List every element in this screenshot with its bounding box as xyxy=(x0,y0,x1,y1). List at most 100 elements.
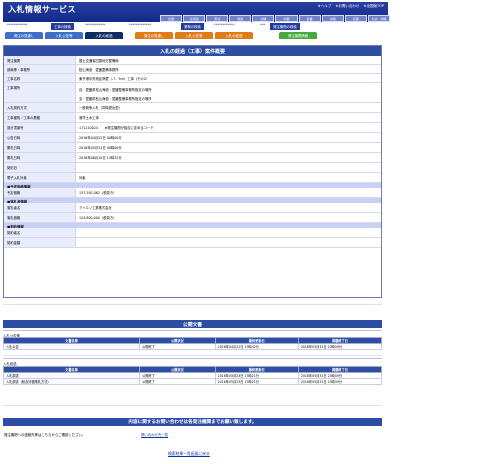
table-row: 入札調書（総合評価落札方式） 公開終了 2016年05月23日 13時21分 2… xyxy=(2,378,383,385)
stars-decoration-middle-right: ************ xyxy=(214,23,235,27)
search-navigation: ************ 工事の検索 ************ ********… xyxy=(3,22,388,40)
tab-service-notices[interactable]: 入札公告等 xyxy=(175,32,213,39)
detail-row-award-date: 開札日時 2016年06月10日 13時32分 xyxy=(4,153,381,163)
region-tab-chugoku[interactable]: 中国 xyxy=(321,15,344,22)
detail-label: 契約者名 xyxy=(4,228,76,237)
contact-description: 発注機関への連絡先等はこちらからご確認ください。 xyxy=(4,433,86,437)
detail-value: アイエン工業株式会社 xyxy=(79,206,112,210)
region-tab-zenkoku[interactable]: 全国 xyxy=(160,15,183,22)
detail-row-contract-method: 入札契約方式 一般競争入札（同時提出型） xyxy=(4,103,381,113)
detail-row-winner-name: 落札者名 アイエン工業株式会社 xyxy=(4,203,381,213)
construction-search-title: 工事の検索 xyxy=(51,23,74,30)
stars-decoration-middle-left: ************ xyxy=(85,23,106,27)
detail-row-contract-date: 契約日 xyxy=(4,163,381,173)
contact-list-link[interactable]: 問い合わせ先一覧 xyxy=(141,432,168,437)
detail-value: 対象 xyxy=(79,176,86,180)
national-top-link[interactable]: ★全国版TOP xyxy=(363,4,384,9)
case-summary-panel: 入札の経過（工事）案件概要 発注機関 国土交通省四国地方整備局 部局等・事務所 … xyxy=(3,45,382,298)
region-tab-kinki[interactable]: 近畿 xyxy=(298,15,321,22)
detail-label: 落札者名 xyxy=(4,203,76,212)
document-end-date: 2016年05月31日 23時59分 xyxy=(297,378,383,385)
region-tab-tohoku[interactable]: 東北 xyxy=(206,15,229,22)
region-tab-chubu[interactable]: 中部 xyxy=(275,15,298,22)
detail-label: 落札価格 xyxy=(4,213,76,222)
separator xyxy=(3,405,382,406)
help-link[interactable]: ★ヘルプ xyxy=(318,4,332,9)
detail-value: 松山海道 愛媛整備事務所 xyxy=(79,68,119,72)
detail-row-opening-date: 開札日時 2016年05月31日 00時00分 xyxy=(4,143,381,153)
separator xyxy=(3,304,382,305)
detail-value: 東予港中央地区岸壁（-7．5ｍ）工事（その2） xyxy=(79,77,150,81)
detail-row-work-type: 工事種別／工事の業種 港湾土木工事 xyxy=(4,113,381,123)
detail-row-agency: 発注機関 国土交通省四国地方整備局 xyxy=(4,56,381,65)
location-from: 自：愛媛県松山海道・愛媛整備事務所指定の場所 xyxy=(79,88,152,92)
detail-value: 一般競争入札（同時提出型） xyxy=(79,106,122,110)
document-status: 公開終了 xyxy=(139,343,216,350)
detail-label: 入札契約方式 xyxy=(4,103,76,112)
tab-construction-outlook[interactable]: 発注の見通し xyxy=(5,32,43,39)
document-updated-date: 2016年05月23日 13時21分 xyxy=(214,378,299,385)
detail-label: 予定価格 xyxy=(4,188,76,197)
tab-construction-results[interactable]: 入札の経過 xyxy=(85,32,123,39)
service-search-title: 業務の検索 xyxy=(181,23,204,30)
top-links: ★ヘルプ ★お問い合わせ ★全国版TOP xyxy=(318,4,384,9)
detail-value: 171110024 ★発注機関が独自に定めるコード xyxy=(79,126,154,130)
back-to-results-link[interactable]: 検索結果一覧画面に戻る xyxy=(168,451,210,457)
service-header: 入札情報サービス ★ヘルプ ★お問い合わせ ★全国版TOP 全国 北海道 東北 … xyxy=(3,2,390,22)
region-tab-kyushu-okinawa[interactable]: 九州・沖縄 xyxy=(367,15,390,22)
detail-label: 公告日時 xyxy=(4,133,76,142)
service-title: 入札情報サービス xyxy=(8,5,76,14)
detail-row-planned-price: 予定価格 137,592,062（税抜き） xyxy=(4,188,381,198)
location-to: 至：愛媛県松山海道・愛媛整備事務所指定の場所 xyxy=(79,97,152,101)
detail-label: 工事種別／工事の業種 xyxy=(4,113,76,122)
tab-service-outlook[interactable]: 発注の見通し xyxy=(135,32,173,39)
agency-search-title: 発注機関の検索 xyxy=(270,23,300,30)
detail-label: 工事場所 xyxy=(4,83,76,102)
stars-decoration-right: *** xyxy=(260,23,266,27)
detail-row-electronic-bid: 電子入札対象 対象 xyxy=(4,173,381,183)
detail-row-design-number: 設計書番号 171110024 ★発注機関が独自に定めるコード xyxy=(4,123,381,133)
tab-service-results[interactable]: 入札の経過 xyxy=(215,32,253,39)
contact-title: 内容に関するお問い合わせは各発注機関までお願い致します。 xyxy=(3,418,382,426)
bid-process-section: 入札経過 xyxy=(3,358,382,366)
detail-label: 部局等・事務所 xyxy=(4,65,76,73)
stars-decoration-middle: ************* xyxy=(129,23,152,27)
stars-decoration-left: ************ xyxy=(7,23,28,27)
detail-value: 2016年06月10日 13時32分 xyxy=(79,156,122,160)
detail-row-contractor-name: 契約者名 xyxy=(4,228,381,238)
case-summary-title: 入札の経過（工事）案件概要 xyxy=(4,46,381,56)
detail-label: 電子入札対象 xyxy=(4,173,76,182)
region-tab-shikoku[interactable]: 四国 xyxy=(344,15,367,22)
region-tab-kanto[interactable]: 関東 xyxy=(229,15,252,22)
detail-row-winner-price: 落札価格 124,800,000（税抜き） xyxy=(4,213,381,223)
region-tab-hokuriku[interactable]: 北陸 xyxy=(252,15,275,22)
tab-construction-notices[interactable]: 入札公告等 xyxy=(45,32,83,39)
detail-row-contract-amount: 契約金額 xyxy=(4,238,381,248)
document-end-date: 2016年05月31日 23時59分 xyxy=(297,343,383,350)
tab-agency-info[interactable]: 発注機関情報 xyxy=(279,32,317,39)
detail-label: 開札日時 xyxy=(4,153,76,162)
detail-row-location: 工事場所 自：愛媛県松山海道・愛媛整備事務所指定の場所 至：愛媛県松山海道・愛媛… xyxy=(4,83,381,103)
bid-process-documents-table: 文書名称 公開状況 最終更新日 掲載終了日 入札調書 公開終了 2016年05月… xyxy=(2,366,383,385)
notice-documents-table: 文書名称 公開状況 最終更新日 掲載終了日 入札公告 公開終了 2016年04月… xyxy=(2,337,383,350)
detail-value: 124,800,000（税抜き） xyxy=(79,216,117,220)
notice-documents-section: 入札公告等 xyxy=(3,330,382,338)
table-row: 入札公告 公開終了 2016年04月22日 13時42分 2016年05月31日… xyxy=(2,343,383,350)
public-documents-title: 公開文書 xyxy=(3,320,382,328)
contact-link[interactable]: ★お問い合わせ xyxy=(335,4,359,9)
detail-value: 137,592,062（税抜き） xyxy=(79,191,117,195)
detail-value: 国土交通省四国地方整備局 xyxy=(79,59,119,63)
detail-label: 工事名称 xyxy=(4,74,76,82)
document-name[interactable]: 入札公告 xyxy=(2,343,141,350)
detail-value: 港湾土木工事 xyxy=(79,116,99,120)
document-name[interactable]: 入札調書（総合評価落札方式） xyxy=(2,378,141,385)
separator xyxy=(3,355,382,356)
detail-label: 設計書番号 xyxy=(4,123,76,132)
region-tab-hokkaido[interactable]: 北海道 xyxy=(183,15,206,22)
detail-row-project-name: 工事名称 東予港中央地区岸壁（-7．5ｍ）工事（その2） xyxy=(4,74,381,83)
detail-label: 契約日 xyxy=(4,163,76,172)
detail-value: 2016年05月31日 00時00分 xyxy=(79,146,122,150)
document-updated-date: 2016年04月22日 13時42分 xyxy=(214,343,299,350)
document-status: 公開終了 xyxy=(139,378,216,385)
region-tabs: 全国 北海道 東北 関東 北陸 中部 近畿 中国 四国 九州・沖縄 xyxy=(160,15,390,22)
